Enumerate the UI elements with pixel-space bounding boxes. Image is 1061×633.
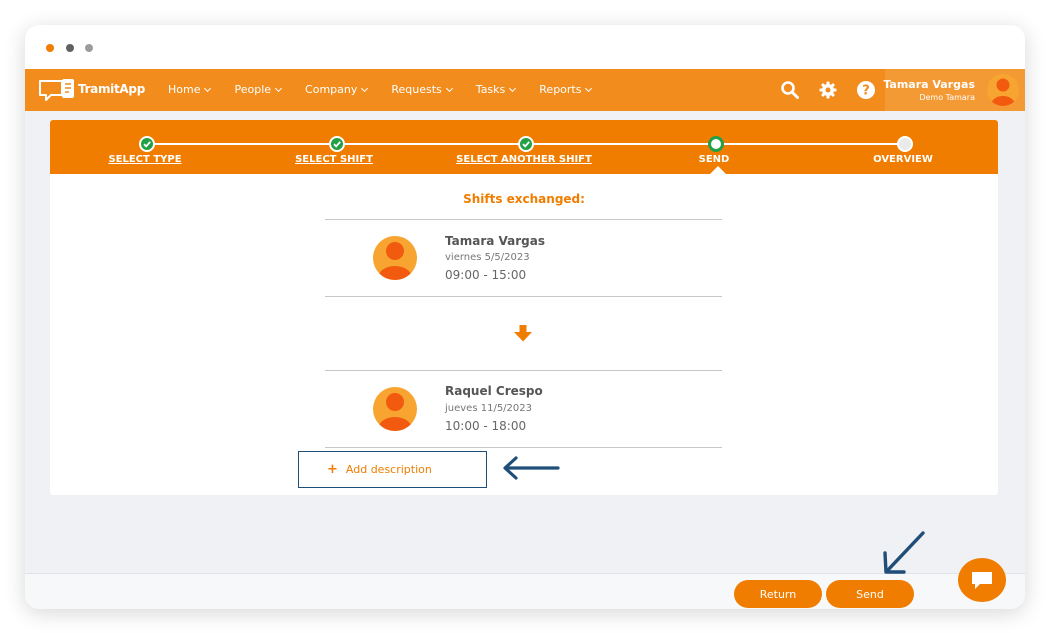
divider: [325, 447, 722, 448]
gear-icon[interactable]: [818, 80, 838, 100]
person-avatar-icon: [373, 387, 417, 431]
nav-tasks-label: Tasks: [475, 83, 506, 96]
chevron-down-icon: [445, 84, 453, 92]
nav-home-label: Home: [168, 83, 201, 96]
logo-text: TramitApp: [78, 82, 146, 96]
wizard-stepper: SELECT TYPE SELECT SHIFT SELECT ANOTHER …: [50, 120, 998, 174]
step-select-type[interactable]: SELECT TYPE: [108, 154, 181, 165]
search-icon[interactable]: [780, 80, 800, 100]
nav-requests-label: Requests: [391, 83, 442, 96]
nav-requests[interactable]: Requests: [391, 83, 453, 96]
shift-2-person-name: Raquel Crespo: [445, 384, 543, 398]
window-titlebar: [25, 25, 1025, 69]
check-icon: [143, 141, 151, 148]
shift-2-time: 10:00 - 18:00: [445, 419, 527, 433]
shift-2-date: jueves 11/5/2023: [445, 403, 533, 414]
current-step-pointer: [710, 166, 726, 174]
step-1-marker: [139, 136, 155, 152]
arrow-down-icon: [514, 325, 532, 342]
step-send: SEND: [698, 154, 730, 165]
step-overview: OVERVIEW: [873, 154, 933, 165]
step-2-marker: [329, 136, 345, 152]
nav-home[interactable]: Home: [168, 83, 212, 96]
user-company: Demo Tamara: [919, 93, 975, 102]
user-avatar-icon: [987, 74, 1019, 106]
divider: [325, 296, 722, 297]
chevron-down-icon: [361, 84, 369, 92]
app-logo[interactable]: TramitApp: [38, 76, 145, 104]
step-3-marker: [518, 136, 534, 152]
step-4-marker: [708, 136, 724, 152]
person-avatar-icon: [373, 236, 417, 280]
nav-people-label: People: [234, 83, 272, 96]
chat-button[interactable]: [958, 558, 1006, 602]
add-description-button[interactable]: + Add description: [298, 451, 487, 488]
send-button[interactable]: Send: [826, 580, 914, 608]
maximize-dot[interactable]: [85, 44, 93, 52]
help-icon[interactable]: ?: [856, 80, 876, 100]
nav-people[interactable]: People: [234, 83, 283, 96]
app-window: TramitApp Home People Company Requests T…: [25, 25, 1025, 609]
svg-text:?: ?: [862, 84, 870, 99]
add-description-label: Add description: [345, 463, 432, 476]
divider: [325, 219, 722, 220]
chevron-down-icon: [585, 84, 593, 92]
shift-1-time: 09:00 - 15:00: [445, 268, 527, 282]
divider: [325, 370, 722, 371]
step-select-shift[interactable]: SELECT SHIFT: [295, 154, 373, 165]
return-button[interactable]: Return: [734, 580, 822, 608]
close-dot[interactable]: [46, 44, 54, 52]
main-menu: Home People Company Requests Tasks Repor…: [168, 83, 615, 96]
nav-company-label: Company: [305, 83, 358, 96]
shift-1-person-name: Tamara Vargas: [445, 234, 546, 248]
step-5-marker: [897, 136, 913, 152]
chevron-down-icon: [274, 84, 283, 92]
step-select-another-shift[interactable]: SELECT ANOTHER SHIFT: [456, 154, 592, 165]
annotation-arrow-left-icon: [503, 456, 560, 480]
shift-1-date: viernes 5/5/2023: [445, 252, 530, 263]
chevron-down-icon: [204, 84, 212, 92]
top-navbar: TramitApp Home People Company Requests T…: [25, 69, 1025, 111]
annotation-arrow-down-left-icon: [883, 531, 925, 574]
chevron-down-icon: [509, 84, 517, 92]
logo-speech-bubble-icon: [39, 79, 74, 101]
shifts-exchanged-title: Shifts exchanged:: [463, 192, 585, 206]
user-name: Tamara Vargas: [883, 78, 975, 91]
check-icon: [522, 141, 530, 148]
check-icon: [333, 141, 341, 148]
user-menu[interactable]: Tamara Vargas Demo Tamara: [883, 69, 1025, 111]
minimize-dot[interactable]: [66, 44, 74, 52]
nav-tasks[interactable]: Tasks: [475, 83, 517, 96]
chat-bubble-icon: [972, 572, 992, 589]
shift-exchange-card: SELECT TYPE SELECT SHIFT SELECT ANOTHER …: [50, 120, 998, 495]
nav-company[interactable]: Company: [305, 83, 369, 96]
nav-reports[interactable]: Reports: [539, 83, 593, 96]
plus-icon: +: [327, 462, 338, 477]
nav-reports-label: Reports: [539, 83, 582, 96]
